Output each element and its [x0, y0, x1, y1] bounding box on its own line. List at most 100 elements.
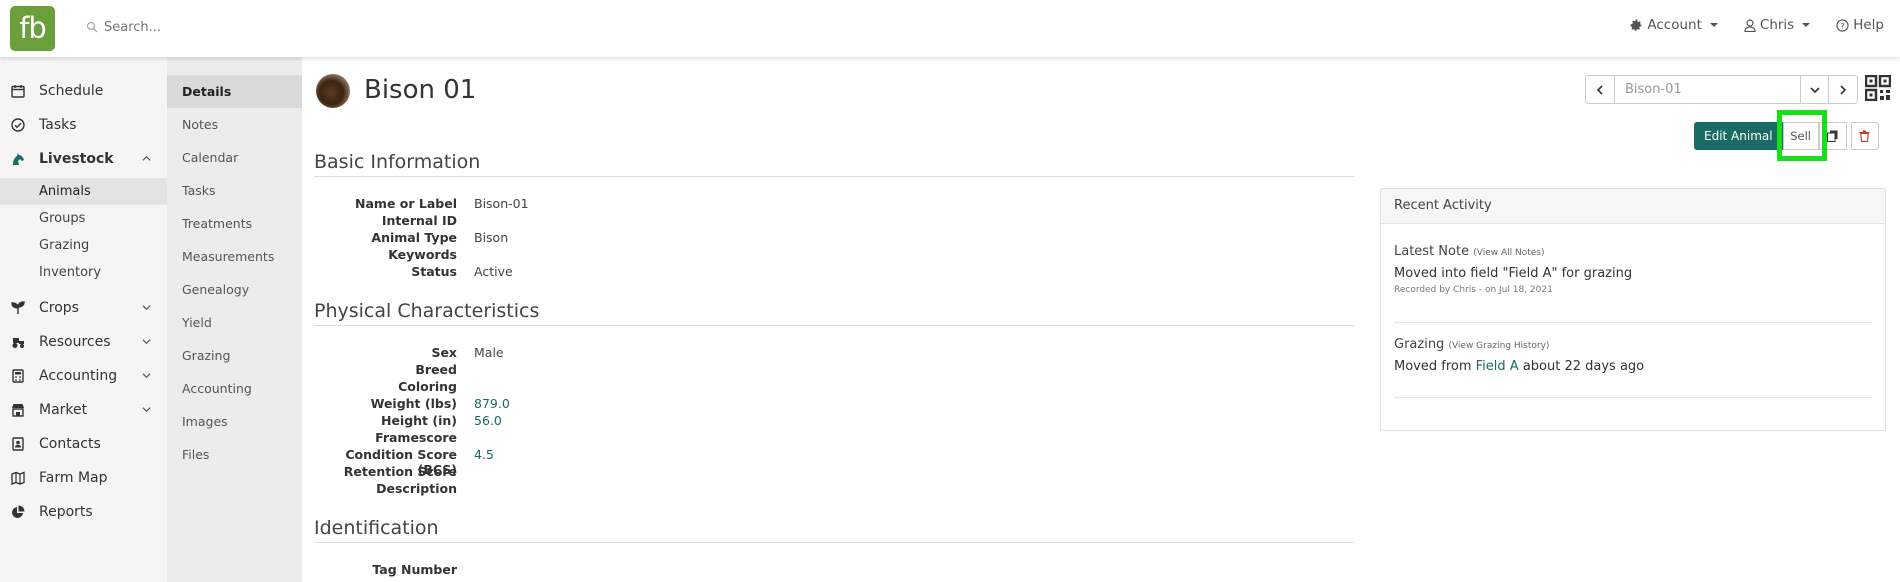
grazing-suffix: about 22 days ago: [1522, 359, 1645, 374]
subnav-notes[interactable]: Notes: [167, 108, 302, 141]
view-all-notes-link[interactable]: (View All Notes): [1473, 248, 1544, 258]
field-row: Description: [314, 481, 714, 498]
subnav-yield[interactable]: Yield: [167, 306, 302, 339]
field-label: Condition Score (BCS): [345, 447, 457, 477]
sidebar-item-accounting[interactable]: Accounting: [0, 362, 167, 390]
subnav-calendar[interactable]: Calendar: [167, 141, 302, 174]
field-row: Tag Number: [314, 562, 714, 579]
record-select[interactable]: Bison-01: [1614, 76, 1801, 103]
sidebar-item-resources[interactable]: Resources: [0, 328, 167, 356]
field-value: [457, 247, 474, 264]
subnav-images[interactable]: Images: [167, 405, 302, 438]
horse-icon: [13, 153, 24, 165]
sidebar-label: Livestock: [39, 151, 114, 167]
store-icon: [12, 404, 24, 417]
sidebar-label: Schedule: [39, 83, 104, 99]
field-row: Framescore: [314, 430, 714, 447]
field-label: Description: [376, 481, 457, 496]
field-link[interactable]: Field A: [1476, 359, 1519, 374]
field-label: Keywords: [388, 247, 457, 262]
delete-button[interactable]: [1850, 122, 1879, 150]
field-row: Sex Male: [314, 345, 714, 362]
account-menu[interactable]: Account: [1630, 17, 1718, 33]
field-row: Weight (lbs) 879.0: [314, 396, 714, 413]
subnav-details[interactable]: Details: [167, 75, 302, 108]
sidebar-subitem-grazing[interactable]: Grazing: [0, 232, 167, 259]
sidebar-item-farm-map[interactable]: Farm Map: [0, 464, 167, 492]
field-label: Internal ID: [381, 213, 457, 228]
sidebar-item-crops[interactable]: Crops: [0, 294, 167, 322]
seedling-icon: [11, 301, 25, 314]
help-link[interactable]: ? Help: [1836, 17, 1884, 33]
latest-note-meta: Recorded by Chris - on Jul 18, 2021: [1394, 285, 1553, 295]
animal-avatar[interactable]: [316, 74, 350, 108]
previous-record-button[interactable]: [1586, 76, 1614, 103]
sidebar-item-tasks[interactable]: Tasks: [0, 111, 167, 139]
field-value-link[interactable]: 4.5: [457, 447, 494, 464]
chevron-down-icon: [1809, 86, 1820, 93]
check-circle-icon: [11, 118, 25, 132]
sidebar-item-reports[interactable]: Reports: [0, 498, 167, 526]
chevron-left-icon: [1596, 84, 1603, 95]
grazing-text: Moved from Field A about 22 days ago: [1394, 359, 1872, 374]
search-bar[interactable]: [86, 16, 386, 38]
next-record-button[interactable]: [1829, 76, 1857, 103]
field-label: Name or Label: [355, 196, 457, 211]
sidebar-item-livestock[interactable]: Livestock: [0, 145, 167, 173]
field-label: Framescore: [375, 430, 457, 445]
sell-button[interactable]: Sell: [1782, 122, 1819, 150]
calculator-icon: [12, 369, 24, 383]
map-icon: [11, 471, 25, 485]
field-value: Bison-01: [474, 196, 529, 211]
sidebar-item-market[interactable]: Market: [0, 396, 167, 424]
search-input[interactable]: [104, 19, 364, 35]
subnav-tasks[interactable]: Tasks: [167, 174, 302, 207]
copy-icon: [1827, 130, 1838, 142]
user-menu[interactable]: Chris: [1744, 17, 1811, 33]
view-grazing-history-link[interactable]: (View Grazing History): [1448, 341, 1549, 351]
subnav-grazing[interactable]: Grazing: [167, 339, 302, 372]
subnav-files[interactable]: Files: [167, 438, 302, 471]
subnav-genealogy[interactable]: Genealogy: [167, 273, 302, 306]
farmbrite-logo[interactable]: fb: [10, 6, 55, 51]
sidebar-label: Accounting: [39, 368, 118, 384]
field-row: Name or Label Bison-01: [314, 196, 714, 213]
field-row: Internal ID: [314, 213, 714, 230]
subnav-treatments[interactable]: Treatments: [167, 207, 302, 240]
divider: [1394, 397, 1872, 398]
grazing-title: Grazing: [1394, 337, 1445, 352]
top-nav: Account Chris ? Help: [1630, 17, 1884, 33]
sidebar-item-contacts[interactable]: Contacts: [0, 430, 167, 458]
sidebar-item-schedule[interactable]: Schedule: [0, 77, 167, 105]
field-label: Height (in): [380, 413, 457, 428]
section-heading-basic-information: Basic Information: [314, 151, 1354, 177]
latest-note: Latest Note (View All Notes) Moved into …: [1394, 244, 1872, 295]
sidebar: Schedule Tasks Livestock Animals Groups …: [0, 57, 167, 582]
edit-animal-button[interactable]: Edit Animal: [1694, 122, 1783, 150]
help-label: Help: [1853, 17, 1884, 33]
field-label: Breed: [415, 362, 457, 377]
sidebar-subitem-inventory[interactable]: Inventory: [0, 259, 167, 286]
subnav-accounting[interactable]: Accounting: [167, 372, 302, 405]
record-actions: Edit Animal Sell: [1694, 122, 1879, 150]
field-label: Sex: [431, 345, 457, 360]
latest-note-text: Moved into field "Field A" for grazing: [1394, 266, 1633, 281]
sidebar-subitem-groups[interactable]: Groups: [0, 205, 167, 232]
field-value-link[interactable]: 879.0: [457, 396, 510, 413]
duplicate-button[interactable]: [1818, 122, 1847, 150]
field-value: [457, 481, 474, 498]
main-content: Bison 01 Bison-01 Edit Animal Sell Basic…: [302, 57, 1900, 582]
sidebar-subitem-animals[interactable]: Animals: [0, 178, 167, 205]
top-bar: fb Account Chris ? Help: [0, 0, 1900, 57]
record-subnav: Details Notes Calendar Tasks Treatments …: [167, 57, 302, 582]
field-value: Bison: [474, 230, 509, 245]
record-select-dropdown[interactable]: [1801, 76, 1829, 103]
section-heading-identification: Identification: [314, 517, 1354, 543]
field-label: Animal Type: [371, 230, 457, 245]
svg-text:?: ?: [1841, 20, 1845, 30]
subnav-measurements[interactable]: Measurements: [167, 240, 302, 273]
sidebar-label: Contacts: [39, 436, 101, 452]
field-value-link[interactable]: 56.0: [457, 413, 502, 430]
qr-code-icon[interactable]: [1865, 75, 1891, 101]
account-label: Account: [1647, 17, 1702, 33]
